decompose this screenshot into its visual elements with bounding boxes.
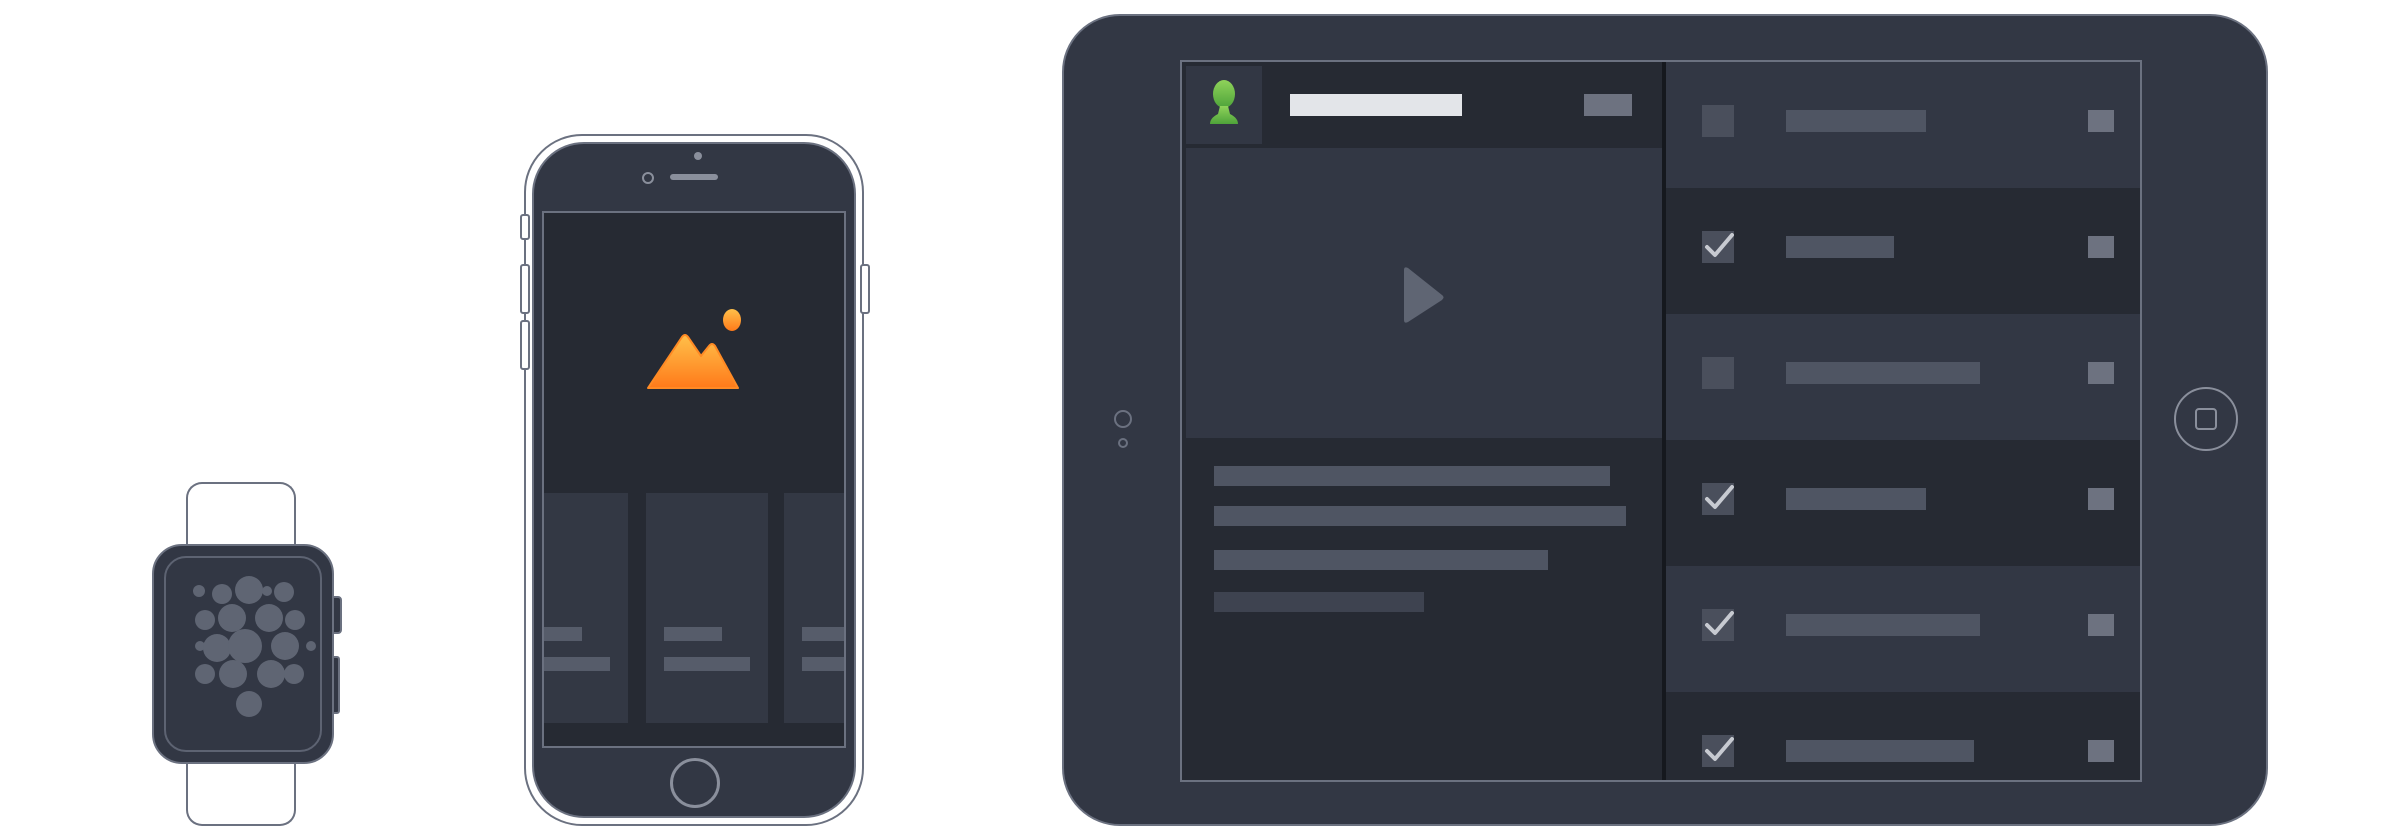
checklist-row[interactable] <box>1666 314 2140 440</box>
row-action-button[interactable] <box>2088 110 2114 132</box>
app-bubble[interactable] <box>195 610 215 630</box>
tablet-screen <box>1180 60 2142 782</box>
row-label-placeholder <box>1786 110 1926 132</box>
app-bubble[interactable] <box>274 582 294 602</box>
checkmark-icon <box>1705 737 1734 761</box>
checkbox-unchecked[interactable] <box>1702 357 1734 389</box>
gallery-card[interactable] <box>646 493 768 723</box>
app-bubble[interactable] <box>218 604 246 632</box>
hero-image-area[interactable] <box>544 213 844 491</box>
app-bubble[interactable] <box>193 585 205 597</box>
checkbox-checked[interactable] <box>1702 609 1734 641</box>
gallery-card[interactable] <box>544 493 628 723</box>
checklist-row[interactable] <box>1666 188 2140 314</box>
card-title-placeholder <box>802 627 844 641</box>
card-title-placeholder <box>544 627 582 641</box>
description-line <box>1214 592 1424 612</box>
checkbox-checked[interactable] <box>1702 735 1734 767</box>
user-icon <box>1210 80 1238 124</box>
app-bubble[interactable] <box>306 641 316 651</box>
checklist-row[interactable] <box>1666 62 2140 188</box>
checklist-row[interactable] <box>1666 692 2140 780</box>
app-bubble[interactable] <box>195 664 215 684</box>
checkbox-unchecked[interactable] <box>1702 105 1734 137</box>
row-action-button[interactable] <box>2088 236 2114 258</box>
watch-screen <box>164 556 322 752</box>
app-bubble[interactable] <box>285 610 305 630</box>
app-bubble[interactable] <box>235 576 263 604</box>
description-line <box>1214 466 1610 486</box>
checkbox-checked[interactable] <box>1702 483 1734 515</box>
play-icon[interactable] <box>1186 148 1662 438</box>
row-action-button[interactable] <box>2088 614 2114 636</box>
image-icon <box>647 309 741 389</box>
tablet-sensor <box>1118 438 1128 448</box>
checkmark-icon <box>1705 611 1734 635</box>
row-label-placeholder <box>1786 488 1926 510</box>
phone-mute-switch[interactable] <box>520 214 530 240</box>
watch-body <box>152 544 334 764</box>
header-action-button[interactable] <box>1584 94 1632 116</box>
app-bubble[interactable] <box>212 584 232 604</box>
app-bubble[interactable] <box>255 604 283 632</box>
card-title-placeholder <box>664 627 722 641</box>
row-label-placeholder <box>1786 614 1980 636</box>
row-label-placeholder <box>1786 362 1980 384</box>
app-bubble[interactable] <box>219 660 247 688</box>
row-action-button[interactable] <box>2088 740 2114 762</box>
app-bubble[interactable] <box>203 634 231 662</box>
row-action-button[interactable] <box>2088 362 2114 384</box>
gallery-card[interactable] <box>784 493 844 723</box>
checklist-row[interactable] <box>1666 440 2140 566</box>
checklist-pane <box>1666 62 2140 780</box>
phone-volume-down-button[interactable] <box>520 320 530 370</box>
checklist-row[interactable] <box>1666 566 2140 692</box>
detail-title-placeholder <box>1290 94 1462 116</box>
checkmark-icon <box>1705 485 1734 509</box>
card-subtitle-placeholder <box>664 657 750 671</box>
description-line <box>1214 550 1548 570</box>
phone-volume-up-button[interactable] <box>520 264 530 314</box>
row-action-button[interactable] <box>2088 488 2114 510</box>
app-bubble[interactable] <box>284 664 304 684</box>
phone-power-button[interactable] <box>860 264 870 314</box>
phone-screen <box>542 211 846 748</box>
app-bubble[interactable] <box>236 691 262 717</box>
phone-home-button[interactable] <box>670 758 720 808</box>
app-bubble[interactable] <box>257 660 285 688</box>
app-bubble[interactable] <box>228 629 262 663</box>
description-line <box>1214 506 1626 526</box>
watch-band-top <box>186 482 296 550</box>
phone-proximity-sensor <box>694 152 702 160</box>
app-bubble[interactable] <box>262 586 272 596</box>
checkbox-checked[interactable] <box>1702 231 1734 263</box>
row-label-placeholder <box>1786 740 1974 762</box>
phone-speaker <box>670 174 718 180</box>
tablet-camera <box>1114 410 1132 428</box>
avatar[interactable] <box>1186 66 1262 144</box>
card-subtitle-placeholder <box>802 657 844 671</box>
phone-front-camera <box>642 172 654 184</box>
detail-pane <box>1182 62 1662 780</box>
detail-header <box>1182 62 1662 148</box>
video-player[interactable] <box>1186 148 1662 438</box>
checkmark-icon <box>1705 233 1734 257</box>
row-label-placeholder <box>1786 236 1894 258</box>
app-bubble[interactable] <box>271 632 299 660</box>
card-subtitle-placeholder <box>544 657 610 671</box>
home-square-icon <box>2195 408 2217 430</box>
tablet-home-button[interactable] <box>2174 387 2238 451</box>
